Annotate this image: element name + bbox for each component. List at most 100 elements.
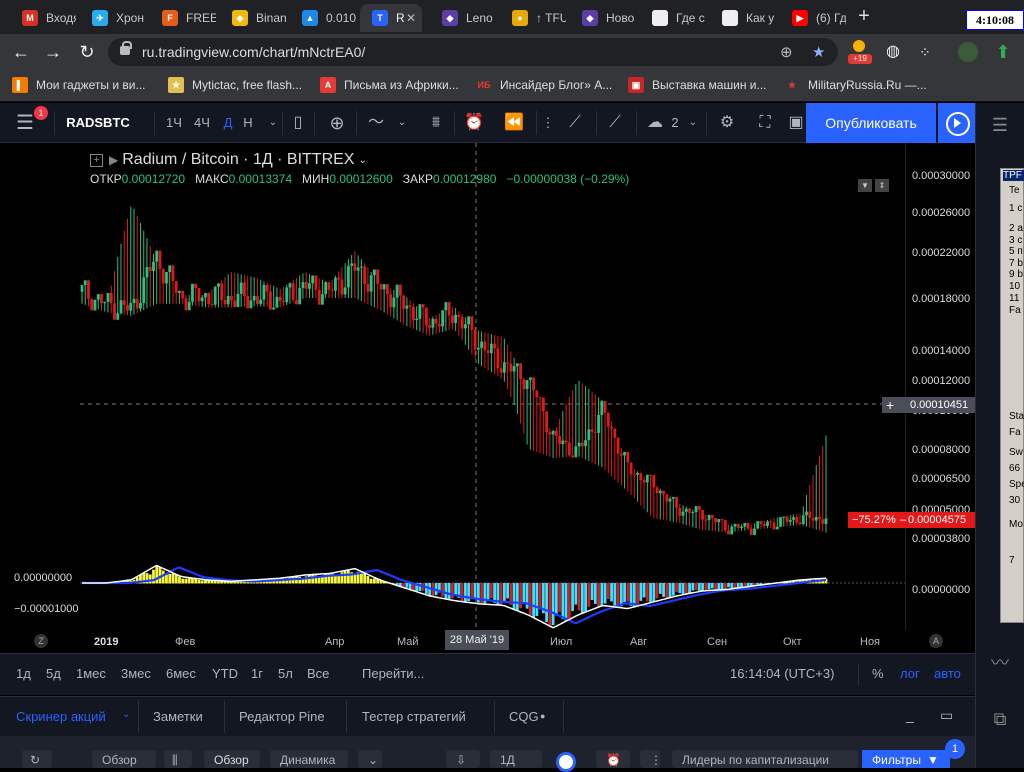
browser-tab[interactable]: F FREE	[150, 4, 216, 32]
pulse-icon[interactable]: 〰	[988, 649, 1012, 673]
bookmark-item[interactable]: ▣ Выставка машин и...	[628, 77, 766, 93]
more-icon[interactable]: ⋮	[640, 750, 660, 768]
timestamp[interactable]: 16:14:04 (UTC+3)	[730, 666, 834, 681]
collapse-down-icon[interactable]: ▼	[858, 179, 872, 192]
cloud-layout-icon[interactable]: ☁	[640, 103, 670, 143]
globe-extension-icon[interactable]: ◍	[880, 40, 906, 64]
tab-cqg[interactable]: CQG	[509, 709, 539, 724]
templates-icon[interactable]: ⩩	[422, 103, 450, 143]
bookmark-item[interactable]: ▌ Мои гаджеты и ви...	[12, 77, 146, 93]
percent-scale-button[interactable]: %	[872, 666, 884, 681]
tab-pine-editor[interactable]: Редактор Pine	[239, 709, 325, 724]
browser-tab[interactable]: Где с	[640, 4, 706, 32]
close-icon[interactable]: ✕	[406, 11, 416, 25]
zoom-icon[interactable]: ⊕	[780, 43, 793, 61]
camera-icon[interactable]: ▣	[786, 103, 806, 143]
flag-icon[interactable]: ▶	[109, 153, 118, 167]
reload-button[interactable]: ↻	[74, 40, 100, 64]
back-button[interactable]: ←	[8, 40, 34, 64]
chevron-down-icon[interactable]: ⌄	[358, 155, 366, 166]
series-title[interactable]: Radium / Bitcoin · 1Д · BITTREX	[122, 151, 354, 169]
range-6[interactable]: YTD	[212, 666, 238, 681]
bookmark-item[interactable]: ИБ Инсайдер Блог» А...	[476, 77, 612, 93]
replay-icon[interactable]: ⏪	[500, 103, 528, 143]
browser-tab[interactable]: T R ✕	[360, 4, 422, 32]
tab-screener[interactable]: Скринер акций	[16, 709, 106, 724]
chevron-down-icon[interactable]: ⌄	[264, 103, 282, 143]
floating-window[interactable]: Te1 с2 а3 с5 п7 b9 b1011FaStaFaSw66Spe30…	[1000, 168, 1024, 623]
chevron-down-icon[interactable]: ⌄	[358, 750, 382, 768]
browser-tab[interactable]: ▲ 0.010	[290, 4, 356, 32]
play-icon[interactable]	[938, 103, 975, 143]
candle-type-icon[interactable]: ▯	[286, 103, 310, 143]
leaders-select[interactable]: Лидеры по капитализации	[672, 750, 858, 768]
chevron-down-icon[interactable]: ⌄	[394, 103, 410, 143]
browser-tab[interactable]: Как у	[710, 4, 776, 32]
range-7[interactable]: 1г	[251, 666, 263, 681]
auto-scale-button[interactable]: авто	[934, 666, 961, 681]
maximize-icon[interactable]: ▭	[940, 707, 953, 724]
screener-select[interactable]: Обзор	[92, 750, 156, 768]
tab-notes[interactable]: Заметки	[153, 709, 203, 724]
bookmark-star-icon[interactable]: ★	[812, 43, 825, 61]
bookmark-item[interactable]: A Письма из Африки...	[320, 77, 459, 93]
update-arrow-icon[interactable]: ⬆	[990, 40, 1016, 64]
columns-icon[interactable]: ⫼	[164, 750, 192, 768]
refresh-icon[interactable]: ↻	[22, 750, 52, 768]
layers-icon[interactable]: ⧉	[988, 709, 1012, 733]
forward-button[interactable]: →	[40, 40, 66, 64]
candlestick-chart[interactable]	[0, 143, 905, 653]
dynamics-tab[interactable]: Динамика	[270, 750, 348, 768]
publish-button[interactable]: Опубликовать	[806, 103, 936, 143]
range-2[interactable]: 5д	[46, 666, 61, 681]
new-tab-button[interactable]: +	[852, 6, 876, 28]
watchlist-icon[interactable]: ☰	[988, 115, 1012, 139]
profile-avatar[interactable]	[958, 42, 978, 62]
trend-line-icon[interactable]: ⟋	[560, 103, 590, 143]
minimize-icon[interactable]: _	[906, 707, 914, 723]
goto-date-button[interactable]: Перейти...	[362, 666, 424, 681]
interval-4[interactable]: Н	[238, 103, 258, 143]
bookmark-item[interactable]: ★ Mytictac, free flash...	[168, 77, 302, 93]
updown-icon[interactable]: ⇕	[875, 179, 889, 192]
chevron-down-icon[interactable]: ⌄	[684, 103, 702, 143]
chevron-down-icon[interactable]: ⌄	[122, 709, 130, 720]
auto-scale-icon[interactable]: A	[929, 634, 943, 648]
browser-tab[interactable]: ◆ Binan	[220, 4, 286, 32]
interval-1[interactable]: 1Ч	[164, 103, 184, 143]
bookmark-item[interactable]: ★ MilitaryRussia.Ru —...	[784, 77, 927, 93]
tab-strategy-tester[interactable]: Тестер стратегий	[362, 709, 466, 724]
download-icon[interactable]: ⇩	[446, 750, 480, 768]
range-9[interactable]: Все	[307, 666, 329, 681]
range-8[interactable]: 5л	[278, 666, 293, 681]
range-3[interactable]: 1мес	[76, 666, 106, 681]
browser-tab[interactable]: ◆ Ново	[570, 4, 636, 32]
toggle-icon[interactable]	[556, 752, 576, 772]
settings-gear-icon[interactable]: ⚙	[712, 103, 742, 143]
browser-tab[interactable]: ● ↑ TFU	[500, 4, 566, 32]
interval-select[interactable]: 1Д	[490, 750, 542, 768]
indicators-icon[interactable]: 〜	[362, 103, 390, 143]
address-bar[interactable]: ru.tradingview.com/chart/mNctrEA0/ ⊕ ★	[108, 38, 838, 66]
interval-2[interactable]: 4Ч	[192, 103, 212, 143]
range-4[interactable]: 3мес	[121, 666, 151, 681]
fullscreen-icon[interactable]: ⛶	[750, 103, 780, 143]
overview-tab[interactable]: Обзор	[204, 750, 260, 768]
browser-tab[interactable]: ▶ (6) Гд	[780, 4, 846, 32]
range-1[interactable]: 1д	[16, 666, 31, 681]
expand-icon[interactable]: +	[90, 153, 103, 167]
symbol-search[interactable]: RADSBTC	[60, 103, 136, 143]
browser-tab[interactable]: ✈ Хрон	[80, 4, 146, 32]
alarm-icon[interactable]: ⏰	[596, 750, 630, 768]
zoom-icon[interactable]: Z	[34, 634, 48, 648]
range-5[interactable]: 6мес	[166, 666, 196, 681]
filters-button[interactable]: Фильтры ▼	[862, 750, 950, 768]
alert-clock-icon[interactable]: ⏰	[460, 103, 488, 143]
blackberry-extension-icon[interactable]: ⁘	[912, 40, 938, 64]
interval-3[interactable]: Д	[218, 103, 238, 143]
browser-tab[interactable]: M Входя	[10, 4, 76, 32]
weather-extension-icon[interactable]: +19	[848, 38, 872, 64]
compare-plus-icon[interactable]: ⊕	[324, 103, 350, 143]
line-tool-icon[interactable]: ⟋	[600, 103, 630, 143]
log-scale-button[interactable]: лог	[900, 666, 920, 681]
